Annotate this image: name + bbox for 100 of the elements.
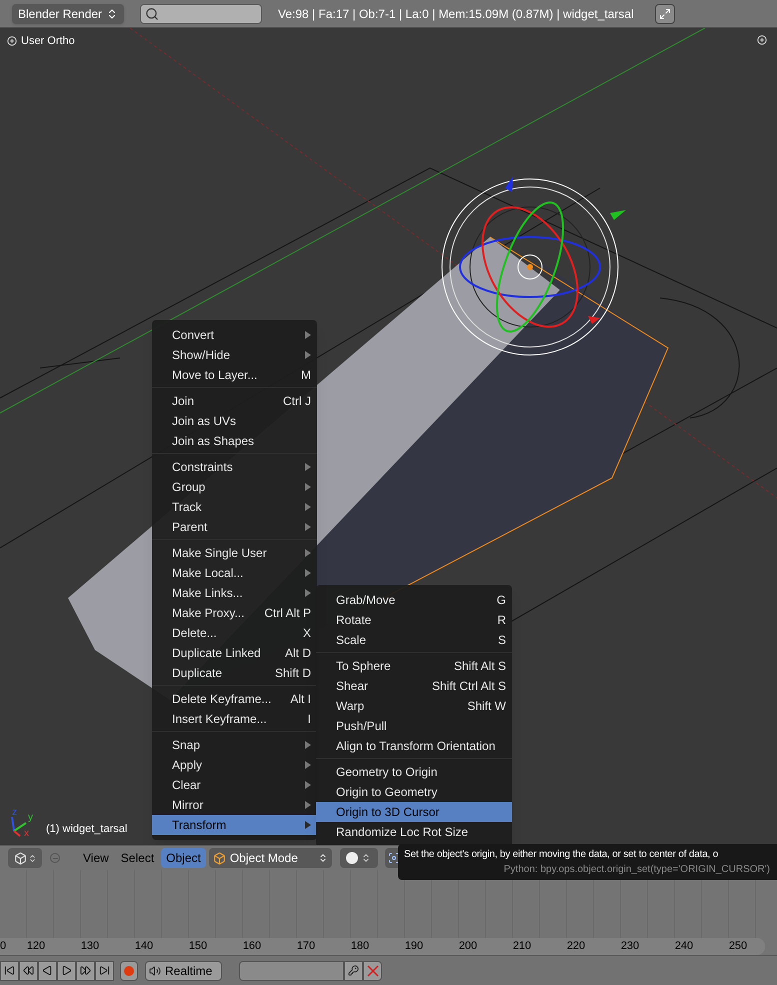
dropdown-arrows-icon (361, 853, 372, 863)
fast-forward-icon (80, 965, 91, 976)
frame-number: 170 (296, 939, 316, 954)
frame-number: 220 (566, 939, 586, 954)
menu-item[interactable]: Make Single User (152, 543, 317, 563)
record-button[interactable] (120, 960, 138, 980)
arrowhead[interactable] (610, 210, 626, 220)
header-menu[interactable]: View (78, 848, 114, 868)
frame-number: 160 (242, 939, 262, 954)
play-button[interactable] (57, 960, 76, 980)
play-reverse-button[interactable] (38, 960, 57, 980)
menu-item[interactable]: Convert (152, 325, 317, 345)
menu-item[interactable]: Duplicate Linked Alt D (152, 643, 317, 663)
dropdown-arrows-icon (28, 854, 36, 862)
dropdown-arrows-icon (318, 853, 328, 863)
shading-dropdown[interactable] (340, 848, 378, 868)
menu-item[interactable]: Randomize Loc Rot Size (316, 822, 512, 842)
rewind-button[interactable] (19, 960, 38, 980)
menu-item[interactable]: Push/Pull (316, 716, 512, 736)
fast-forward-button[interactable] (76, 960, 95, 980)
menu-item[interactable]: Delete... X (152, 623, 317, 643)
menu-item[interactable]: Group (152, 477, 317, 497)
menu-item[interactable]: Move to Layer... M (152, 365, 317, 385)
expand-icon[interactable] (757, 35, 767, 45)
menu-item[interactable]: Track (152, 497, 317, 517)
shortcut-text: Shift Ctrl Alt S (432, 678, 506, 695)
shortcut-text: M (301, 367, 311, 384)
arrowhead[interactable] (505, 176, 513, 192)
crossed-key-icon (366, 964, 378, 976)
menu-item[interactable]: Delete Keyframe... Alt I (152, 689, 317, 709)
rewind-icon (23, 965, 34, 976)
menu-item[interactable]: Shear Shift Ctrl Alt S (316, 676, 512, 696)
pivot-icon (388, 852, 400, 864)
speaker-icon (149, 964, 161, 976)
frame-number: 230 (620, 939, 640, 954)
keying-set-field[interactable] (239, 960, 344, 980)
sync-mode-button[interactable]: Realtime (145, 960, 222, 980)
header-menu[interactable]: Select (116, 848, 160, 868)
render-engine-dropdown[interactable]: Blender Render (12, 4, 124, 24)
jump-start-button[interactable] (0, 960, 19, 980)
mode-dropdown[interactable]: Object Mode (208, 848, 332, 868)
object-name-label: (1) widget_tarsal (46, 822, 128, 836)
rotation-gizmo[interactable] (442, 178, 618, 356)
frame-number: 150 (188, 939, 208, 954)
shortcut-text: S (498, 632, 506, 649)
menu-item[interactable]: Scale S (316, 630, 512, 650)
frame-number: 190 (404, 939, 424, 954)
shortcut-text: Ctrl J (283, 393, 311, 410)
menu-item[interactable]: Parent (152, 517, 317, 537)
menu-item[interactable]: Rotate R (316, 610, 512, 630)
delete-keyframe-button[interactable] (363, 960, 382, 980)
editor-type-button[interactable] (8, 848, 42, 868)
shortcut-text: X (302, 625, 311, 642)
axis-label: y (28, 812, 33, 823)
frame-number: 250 (728, 939, 748, 954)
expand-icon[interactable] (7, 36, 17, 46)
frame-number: 120 (26, 939, 46, 954)
menu-item[interactable]: Transform (152, 815, 317, 835)
shortcut-text: G (496, 592, 506, 609)
shortcut-text: R (497, 612, 506, 629)
menu-item[interactable]: Apply (152, 755, 317, 775)
skip-back-icon (4, 965, 15, 976)
menu-item[interactable]: Align to Transform Orientation (316, 736, 512, 756)
insert-keyframe-button[interactable] (344, 960, 363, 980)
shortcut-text: Shift W (467, 698, 506, 715)
search-field[interactable] (140, 4, 262, 24)
shortcut-text: Shift D (274, 665, 311, 682)
menu-item[interactable]: Constraints (152, 457, 317, 477)
fullscreen-button[interactable] (654, 4, 675, 24)
view-label: User Ortho (21, 34, 75, 49)
record-icon (124, 966, 134, 976)
frame-number: 0 (0, 939, 8, 954)
menu-item[interactable]: Snap (152, 735, 317, 755)
menu-item[interactable]: Make Links... (152, 583, 317, 603)
cube-icon (14, 852, 26, 864)
menu-item[interactable]: Mirror (152, 795, 317, 815)
jump-end-button[interactable] (95, 960, 114, 980)
menu-item[interactable]: Make Local... (152, 563, 317, 583)
menu-item[interactable]: Make Proxy... Ctrl Alt P (152, 603, 317, 623)
menu-item[interactable]: Join as UVs (152, 411, 317, 431)
menu-item[interactable]: Warp Shift W (316, 696, 512, 716)
menu-item[interactable]: Origin to 3D Cursor (316, 802, 512, 822)
scene-statistics: Ve:98 | Fa:17 | Ob:7-1 | La:0 | Mem:15.09M (0.87M) | widget_tarsal (278, 6, 634, 22)
menu-item[interactable]: Geometry to Origin (316, 762, 512, 782)
menu-item[interactable]: Duplicate Shift D (152, 663, 317, 683)
menu-item[interactable]: Insert Keyframe... I (152, 709, 317, 729)
menu-item[interactable]: Clear (152, 775, 317, 795)
menu-item[interactable]: Join Ctrl J (152, 391, 317, 411)
header-menu[interactable]: Object (161, 848, 206, 868)
shortcut-text: I (308, 711, 311, 728)
triangle-right-icon (61, 965, 72, 976)
menu-item[interactable]: To Sphere Shift Alt S (316, 656, 512, 676)
menu-item[interactable]: Grab/Move G (316, 590, 512, 610)
shortcut-text: Ctrl Alt P (264, 605, 311, 622)
menu-item[interactable]: Show/Hide (152, 345, 317, 365)
menu-item[interactable]: Join as Shapes (152, 431, 317, 451)
cube-icon (212, 852, 226, 864)
arrowhead[interactable] (588, 316, 600, 324)
frame-number: 140 (134, 939, 154, 954)
menu-item[interactable]: Origin to Geometry (316, 782, 512, 802)
